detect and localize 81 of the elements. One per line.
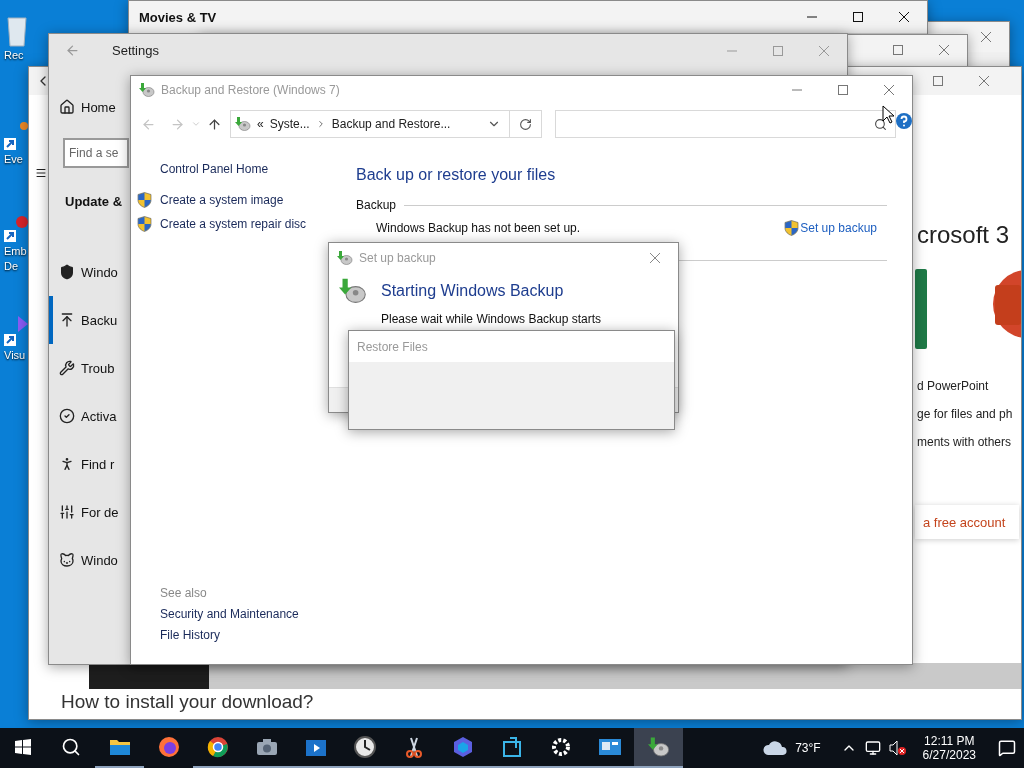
- window-title: Settings: [112, 43, 159, 58]
- monitor-icon[interactable]: [597, 737, 622, 757]
- create-account-button[interactable]: a free account: [915, 505, 1019, 539]
- page-heading: Back up or restore your files: [356, 166, 557, 184]
- muted-speaker-icon[interactable]: [888, 740, 907, 756]
- refresh-icon[interactable]: [519, 117, 532, 131]
- person-icon: [59, 456, 75, 472]
- notification-icon[interactable]: [998, 739, 1016, 757]
- hexagon-icon[interactable]: [451, 736, 474, 758]
- home-nav-item[interactable]: Home: [49, 87, 129, 127]
- nav-link[interactable]: Security and Maintenance: [160, 607, 356, 621]
- browser-icon[interactable]: [206, 736, 229, 758]
- backup-icon: [337, 250, 353, 266]
- camera-icon[interactable]: [255, 738, 278, 756]
- dialog-title: Set up backup: [359, 251, 436, 265]
- sliders-icon: [59, 504, 75, 520]
- spreadsheet-logo-icon: [915, 269, 927, 349]
- shield-icon: [137, 192, 152, 208]
- icon-label: Eve: [3, 152, 23, 167]
- dialog-title: Restore Files: [357, 339, 428, 354]
- search-icon[interactable]: [60, 737, 81, 757]
- see-also-title: See also: [160, 586, 208, 600]
- backup-icon: [235, 116, 251, 132]
- start-icon[interactable]: [15, 739, 31, 755]
- taskbar-button[interactable]: [634, 728, 683, 768]
- wrench-icon: [59, 360, 75, 376]
- nav-link[interactable]: File History: [160, 628, 356, 642]
- home-icon: [59, 99, 75, 115]
- window-title: Backup and Restore (Windows 7): [161, 83, 340, 97]
- section-title: Update &: [65, 193, 123, 209]
- dialog-heading: Starting Windows Backup: [381, 282, 564, 300]
- cloud-icon: [763, 741, 788, 755]
- network-icon[interactable]: [864, 740, 881, 756]
- box-icon[interactable]: [500, 736, 523, 758]
- browser-icon[interactable]: [157, 736, 180, 758]
- search-field[interactable]: Find a se: [63, 138, 129, 168]
- shield-icon: [784, 220, 800, 236]
- task-link[interactable]: Create a system repair disc: [160, 217, 307, 231]
- address-bar[interactable]: « Syste... Backup and Restore...: [230, 110, 510, 138]
- feature-text: ments with others: [917, 435, 1013, 449]
- shield-icon: [59, 264, 75, 280]
- weather-text[interactable]: 73°F: [795, 741, 821, 755]
- set-up-backup-link[interactable]: Set up backup: [800, 221, 877, 235]
- icon-label: Rec: [3, 48, 24, 63]
- nav-item[interactable]: Windo: [49, 248, 129, 296]
- nav-item[interactable]: For de: [49, 488, 129, 536]
- cat-icon: [59, 552, 75, 568]
- maximize-icon[interactable]: [853, 12, 863, 22]
- section-heading: How to install your download?: [61, 691, 314, 713]
- feature-text: d PowerPoint: [917, 379, 990, 393]
- nav-link[interactable]: Control Panel Home: [131, 162, 356, 176]
- icon-label: De: [3, 259, 19, 274]
- shield-icon: [137, 216, 152, 232]
- page-heading: crosoft 3: [916, 221, 1011, 249]
- dialog-message: Please wait while Windows Backup starts: [381, 312, 602, 326]
- menu-icon[interactable]: [35, 167, 47, 179]
- up-icon[interactable]: [207, 116, 222, 132]
- close-icon[interactable]: [899, 12, 909, 22]
- check-circle-icon: [59, 408, 75, 424]
- feature-text: ge for files and ph: [917, 407, 1014, 421]
- presentation-logo-icon: [991, 269, 1021, 339]
- status-text: Windows Backup has not been set up.: [376, 221, 581, 235]
- icon-label: Visu: [3, 348, 26, 363]
- nav-item[interactable]: Windo: [49, 536, 129, 584]
- task-link[interactable]: Create a system image: [160, 193, 284, 207]
- icon-label: Emb: [3, 244, 27, 259]
- section-title: Backup: [356, 198, 397, 212]
- backup-icon: [139, 82, 155, 98]
- clock-icon[interactable]: [353, 736, 376, 758]
- backup-icon[interactable]: [647, 736, 670, 758]
- folder-icon[interactable]: [108, 737, 131, 757]
- help-icon[interactable]: [896, 113, 912, 129]
- nav-item[interactable]: Activa: [49, 392, 129, 440]
- nav-item[interactable]: Find r: [49, 440, 129, 488]
- search-icon[interactable]: [874, 117, 887, 131]
- backup-drive-icon: [339, 277, 367, 305]
- clock[interactable]: 12:11 PM 6/27/2023: [914, 734, 984, 762]
- window-title: Movies & TV: [139, 9, 217, 25]
- nav-item[interactable]: Troub: [49, 344, 129, 392]
- upload-icon: [59, 312, 75, 328]
- video-icon[interactable]: [304, 737, 327, 757]
